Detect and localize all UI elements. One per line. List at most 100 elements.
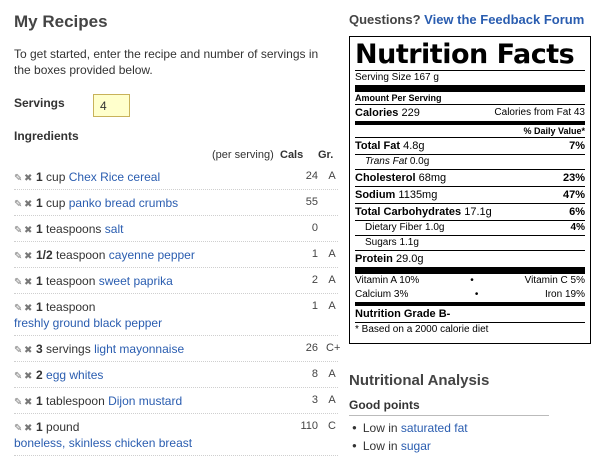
pencil-icon[interactable]: ✎: [14, 225, 24, 236]
protein-row: Protein 29.0g: [355, 253, 424, 265]
x-icon[interactable]: ✖: [24, 345, 34, 356]
ingredient-qty: 1: [36, 300, 43, 314]
vitamins-row-1: Vitamin A 10% • Vitamin C 5%: [355, 275, 585, 286]
ingredient-cals: 2: [311, 274, 318, 286]
ingredient-name-link[interactable]: light mayonnaise: [94, 342, 184, 356]
ingredient-unit: pound: [46, 420, 80, 434]
ingredient-cals: 0: [311, 222, 318, 234]
ingredient-grade: C+: [326, 342, 341, 354]
ingredient-row: ✎ ✖ 1 teaspoon sweet paprika 2 A: [14, 268, 338, 294]
ingredient-qty: 3: [36, 342, 43, 356]
total-fat-row: Total Fat 4.8g 7%: [355, 140, 585, 152]
questions-line: Questions? View the Feedback Forum: [349, 12, 584, 27]
pencil-icon[interactable]: ✎: [14, 345, 24, 356]
x-icon[interactable]: ✖: [24, 423, 34, 434]
ingredient-name-link[interactable]: panko bread crumbs: [69, 196, 178, 210]
ingredient-name-link[interactable]: Chex Rice cereal: [69, 170, 160, 184]
serving-size: Serving Size 167 g: [355, 72, 439, 83]
fiber-row: Dietary Fiber 1.0g 4%: [365, 222, 585, 233]
pencil-icon[interactable]: ✎: [14, 173, 24, 184]
pencil-icon[interactable]: ✎: [14, 199, 24, 210]
pencil-icon[interactable]: ✎: [14, 277, 24, 288]
nutritional-analysis-title: Nutritional Analysis: [349, 372, 490, 389]
ingredient-qty: 1: [36, 274, 43, 288]
ingredient-qty: 1/2: [36, 248, 53, 262]
x-icon[interactable]: ✖: [24, 397, 34, 408]
trans-fat-row: Trans Fat 0.0g: [365, 156, 430, 167]
ingredient-qty: 1: [36, 222, 43, 236]
ingredient-name-link[interactable]: boneless, skinless chicken breast: [14, 436, 192, 450]
good-point-link[interactable]: saturated fat: [401, 421, 468, 435]
calories-row: Calories 229 Calories from Fat 43: [355, 107, 585, 119]
per-serving-header: (per serving): [212, 149, 274, 161]
intro-text: To get started, enter the recipe and num…: [14, 47, 319, 77]
ingredient-grade: A: [328, 300, 336, 312]
grade-header: Gr.: [318, 149, 334, 161]
sugars-row: Sugars 1.1g: [365, 237, 419, 248]
ingredient-qty: 1: [36, 170, 43, 184]
nutrition-facts-label: Nutrition Facts Serving Size 167 g Amoun…: [349, 36, 591, 344]
pencil-icon[interactable]: ✎: [14, 397, 24, 408]
ingredient-name-link[interactable]: egg whites: [46, 368, 103, 382]
good-point-prefix: Low in: [362, 421, 398, 435]
servings-input[interactable]: [93, 94, 130, 117]
servings-label: Servings: [14, 96, 65, 110]
ingredient-cals: 24: [305, 170, 318, 182]
vitamins-row-2: Calcium 3% • Iron 19%: [355, 289, 585, 300]
ingredient-row: ✎ ✖ 1 teaspoon freshly ground black pepper…: [14, 294, 338, 336]
ingredient-name-link[interactable]: salt: [105, 222, 124, 236]
carbohydrates-row: Total Carbohydrates 17.1g 6%: [355, 206, 585, 218]
ingredient-grade: C: [328, 420, 336, 432]
ingredient-cals: 3: [311, 394, 318, 406]
pencil-icon[interactable]: ✎: [14, 251, 24, 262]
ingredient-grade: A: [328, 170, 336, 182]
ingredient-unit: servings: [46, 342, 91, 356]
ingredient-grade: A: [328, 248, 336, 260]
nutrition-grade: Nutrition Grade B-: [355, 308, 451, 320]
ingredient-name-link[interactable]: sweet paprika: [99, 274, 173, 288]
ingredient-row: ✎ ✖ 1 cup Chex Rice cereal 24 A: [14, 164, 338, 190]
x-icon[interactable]: ✖: [24, 277, 34, 288]
ingredient-qty: 2: [36, 368, 43, 382]
ingredient-name-link[interactable]: freshly ground black pepper: [14, 316, 162, 330]
ingredient-unit: cup: [46, 196, 66, 210]
ingredient-unit: teaspoon: [46, 300, 96, 314]
ingredient-cals: 1: [311, 300, 318, 312]
ingredient-name-link[interactable]: cayenne pepper: [109, 248, 195, 262]
ingredient-cals: 26: [305, 342, 318, 354]
ingredient-row: ✎ ✖ 1 pound boneless, skinless chicken bre…: [14, 414, 338, 456]
good-points-list: Low in saturated fatLow in sugar: [352, 419, 468, 455]
good-points-label: Good points: [349, 398, 549, 416]
pencil-icon[interactable]: ✎: [14, 371, 24, 382]
ingredient-unit: cup: [46, 170, 66, 184]
ingredient-qty: 1: [36, 196, 43, 210]
feedback-forum-link[interactable]: View the Feedback Forum: [424, 12, 584, 27]
x-icon[interactable]: ✖: [24, 225, 34, 236]
ingredient-grade: A: [328, 368, 336, 380]
ingredient-row: ✎ ✖ 1 tablespoon Dijon mustard 3 A: [14, 388, 338, 414]
good-point-link[interactable]: sugar: [401, 439, 431, 453]
ingredient-name-link[interactable]: Dijon mustard: [108, 394, 182, 408]
x-icon[interactable]: ✖: [24, 371, 34, 382]
ingredient-row: ✎ ✖ 3 servings light mayonnaise 26 C+: [14, 336, 341, 362]
pencil-icon[interactable]: ✎: [14, 423, 24, 434]
sodium-row: Sodium 1135mg 47%: [355, 189, 585, 201]
x-icon[interactable]: ✖: [24, 303, 34, 314]
ingredient-unit: teaspoon: [56, 248, 106, 262]
ingredient-qty: 1: [36, 394, 43, 408]
good-point-item: Low in saturated fat: [352, 419, 468, 437]
x-icon[interactable]: ✖: [24, 173, 34, 184]
page-title: My Recipes: [14, 12, 108, 31]
ingredient-list: ✎ ✖ 1 cup Chex Rice cereal 24 A ✎ ✖ 1 cup panko…: [14, 164, 341, 456]
ingredient-cals: 55: [305, 196, 318, 208]
x-icon[interactable]: ✖: [24, 199, 34, 210]
ingredient-cals: 110: [300, 420, 318, 432]
amount-per-serving: Amount Per Serving: [355, 93, 442, 103]
pencil-icon[interactable]: ✎: [14, 303, 24, 314]
ingredient-row: ✎ ✖ 1/2 teaspoon cayenne pepper 1 A: [14, 242, 338, 268]
good-point-prefix: Low in: [362, 439, 398, 453]
ingredient-grade: A: [328, 274, 336, 286]
ingredients-heading: Ingredients: [14, 129, 79, 143]
x-icon[interactable]: ✖: [24, 251, 34, 262]
footnote: * Based on a 2000 calorie diet: [355, 324, 489, 335]
